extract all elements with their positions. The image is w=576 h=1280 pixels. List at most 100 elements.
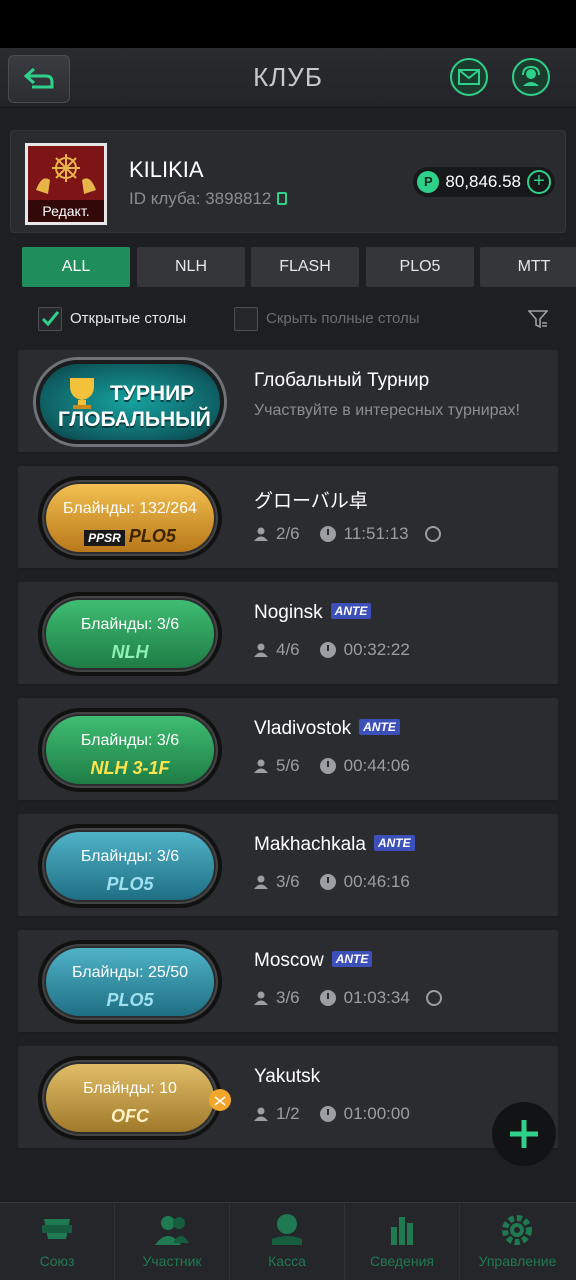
mail-icon [458,69,480,85]
clock-icon [319,990,336,1006]
table-name: Vladivostok ANTE [254,718,400,740]
table-row[interactable]: Блайнды: 3/6 NLH 3-1F Vladivostok ANTE 5/… [18,698,558,802]
player-icon [254,759,268,773]
support-button[interactable] [512,58,550,96]
tournament-logo-line2: ГЛОБАЛЬНЫЙ [58,408,211,431]
tournament-title: Глобальный Турнир [254,370,430,391]
table-name: Makhachkala ANTE [254,834,415,856]
nav-union[interactable]: Союз [0,1203,115,1280]
table-name: Noginsk ANTE [254,602,372,624]
table-row[interactable]: Блайнды: 3/6 NLH Noginsk ANTE 4/6 00:32:2… [18,582,558,686]
tab-mtt[interactable]: MTT [480,247,576,287]
pineapple-icon [209,1089,231,1111]
balance-value: 80,846.58 [445,172,521,191]
table-row[interactable]: Блайнды: 3/6 PLO5 Makhachkala ANTE 3/6 00… [18,814,558,918]
mail-button[interactable] [450,58,488,96]
page-title: КЛУБ [253,62,323,92]
table-time: 01:03:34 [343,988,410,1007]
tab-plo5[interactable]: PLO5 [366,247,474,287]
table-time: 00:44:06 [343,756,410,775]
nav-label: Сведения [370,1253,434,1269]
club-id: ID клуба: 3898812 [129,189,288,209]
table-row[interactable]: Блайнды: 25/50 PLO5 Moscow ANTE 3/6 01:03… [18,930,558,1034]
ppsr-badge: PPSR [84,530,125,546]
player-icon [254,527,268,541]
blinds-text: Блайнды: 3/6 [80,848,180,865]
player-count: 4/6 [276,640,300,659]
support-icon [522,66,540,86]
game-type-text: PLO5 [128,526,176,546]
table-time: 01:00:00 [343,1104,410,1123]
tournament-logo-line1: ТУРНИР [110,382,195,405]
table-meta: 4/6 00:32:22 [254,640,410,660]
blinds-pill: Блайнды: 3/6 NLH 3-1F [38,708,222,792]
blinds-text: Блайнды: 25/50 [71,964,189,981]
clock-icon [319,1106,336,1122]
copy-icon[interactable] [277,192,288,205]
tab-nlh[interactable]: NLH [137,247,245,287]
table-meta: 1/2 01:00:00 [254,1104,410,1124]
player-icon [254,875,268,889]
player-count: 2/6 [276,524,300,543]
blinds-text: Блайнды: 10 [83,1080,177,1097]
player-icon [254,991,268,1005]
table-name-text: グローバル卓 [254,491,368,512]
game-type-text: NLH 3-1F [90,758,170,778]
cashier-icon [272,1214,302,1245]
blinds-pill: Блайнды: 3/6 NLH [38,592,222,676]
nav-label: Союз [39,1253,75,1269]
tournament-row[interactable]: ТУРНИР ГЛОБАЛЬНЫЙ Глобальный Турнир Учас… [18,350,558,454]
player-count: 5/6 [276,756,300,775]
club-emblem-icon [36,154,96,194]
checkmark-icon [41,311,60,327]
nav-label: Управление [478,1253,557,1269]
tournament-logo: ТУРНИР ГЛОБАЛЬНЫЙ [36,360,224,444]
members-icon [155,1216,189,1245]
player-icon [254,1107,268,1121]
table-meta: 3/6 00:46:16 [254,872,410,892]
game-type-text: NLH [111,642,149,662]
nav-stats[interactable]: Сведения [345,1203,460,1280]
blinds-text: Блайнды: 3/6 [80,616,180,633]
table-name-text: Yakutsk [254,1066,321,1087]
open-tables-label: Открытые столы [70,310,187,327]
tab-flash[interactable]: FLASH [251,247,359,287]
blinds-pill: Блайнды: 132/264 PPSR PLO5 [38,476,222,560]
union-icon [42,1219,72,1239]
hide-full-checkbox[interactable] [234,307,258,331]
coin-icon: P [417,171,440,193]
table-meta: 3/6 01:03:34 [254,988,442,1008]
game-type-text: PLO5 [106,874,154,894]
club-id-text: ID клуба: 3898812 [129,189,272,208]
table-name-text: Moscow [254,950,324,971]
table-row[interactable]: Блайнды: 10 OFC Yakutsk 1/2 01:00:00 [18,1046,558,1150]
nav-cashier[interactable]: Касса [230,1203,345,1280]
add-balance-button[interactable]: + [527,170,551,194]
ante-badge: ANTE [331,951,373,967]
table-name-text: Noginsk [254,602,323,623]
hide-full-label: Скрыть полные столы [266,310,420,327]
create-table-button[interactable] [492,1102,556,1166]
player-count: 3/6 [276,872,300,891]
nav-label: Участник [142,1253,202,1269]
ante-badge: ANTE [359,719,400,735]
player-count: 3/6 [276,988,300,1007]
nav-members[interactable]: Участник [115,1203,230,1280]
timer-icon [425,990,442,1006]
blinds-pill: Блайнды: 3/6 PLO5 [38,824,222,908]
blinds-pill: Блайнды: 25/50 PLO5 [38,940,222,1024]
open-tables-checkbox[interactable] [38,307,62,331]
filter-icon[interactable] [528,309,548,329]
club-info-card: Редакт. KILIKIA ID клуба: 3898812 P 80,8… [10,130,566,233]
table-time: 00:32:22 [343,640,410,659]
nav-settings[interactable]: Управление [460,1203,575,1280]
club-logo[interactable]: Редакт. [25,143,107,225]
table-row[interactable]: Блайнды: 132/264 PPSR PLO5 グローバル卓 2/6 11:… [18,466,558,570]
clock-icon [319,758,336,774]
club-name: KILIKIA [129,157,204,182]
table-time: 11:51:13 [343,524,409,543]
table-meta: 2/6 11:51:13 [254,524,441,544]
table-name-text: Makhachkala [254,834,366,855]
tab-all[interactable]: ALL [22,247,130,287]
table-time: 00:46:16 [343,872,410,891]
